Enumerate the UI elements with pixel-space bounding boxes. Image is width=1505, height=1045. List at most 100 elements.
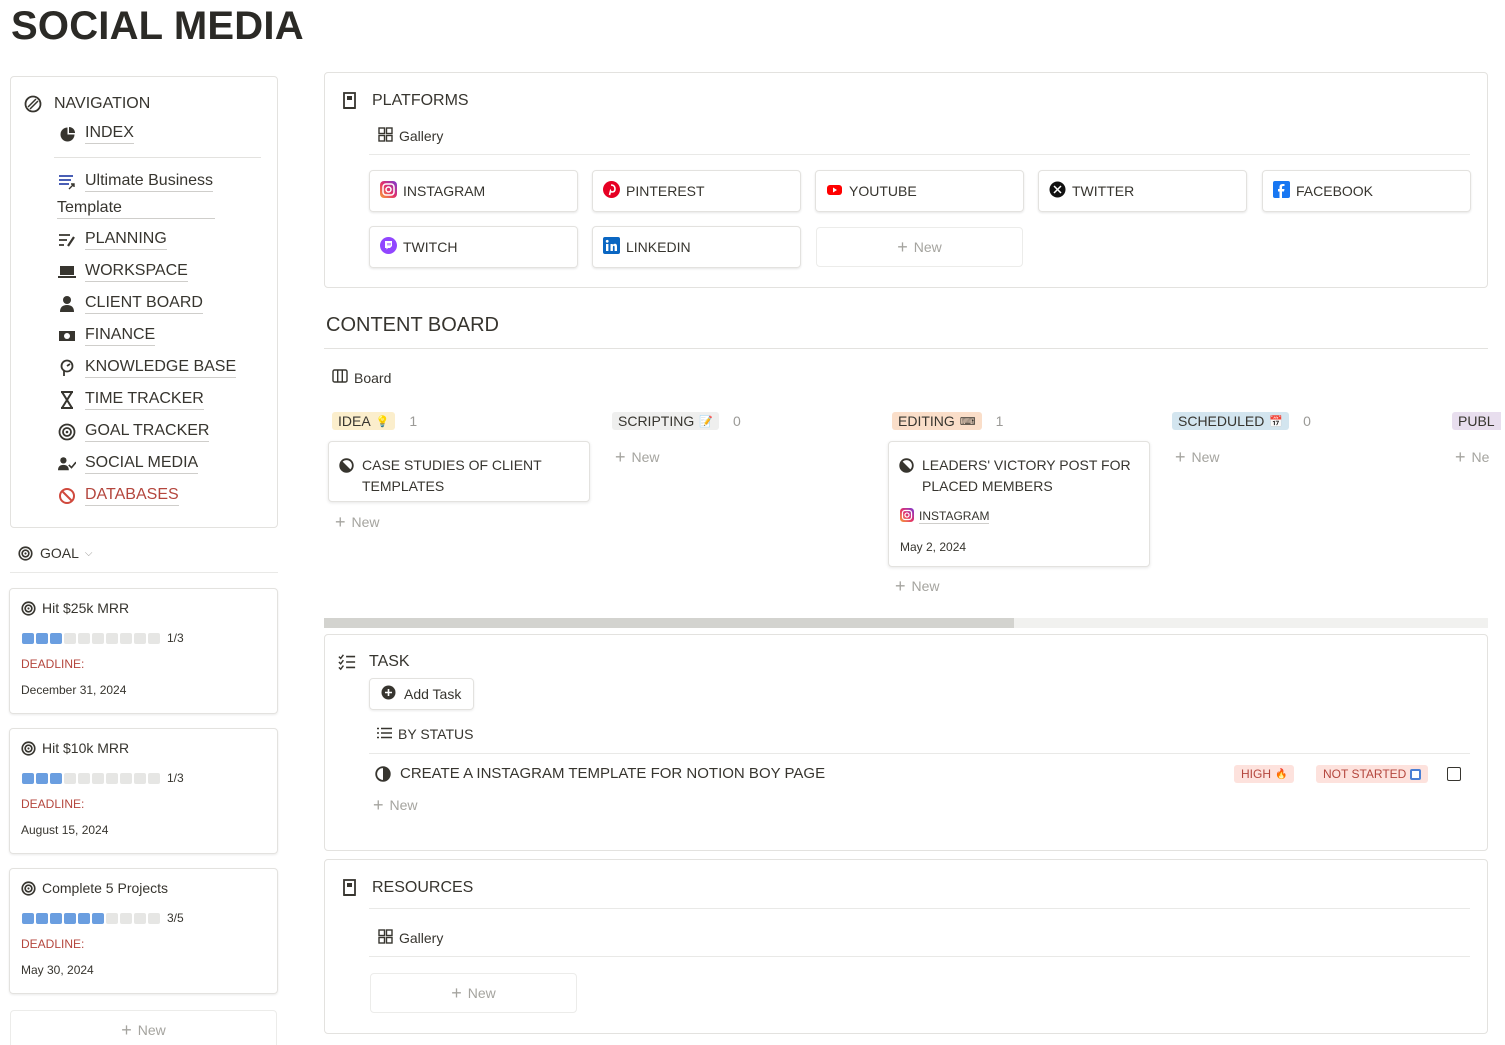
platform-new-button[interactable]: + New <box>816 227 1023 267</box>
task-new-button[interactable]: + New <box>373 795 418 815</box>
platforms-gallery-tab[interactable]: Gallery <box>378 127 443 145</box>
progress-segment <box>92 632 104 644</box>
goal-progress: 1/3 <box>22 631 184 645</box>
goal-title: Complete 5 Projects <box>42 880 169 896</box>
goal-card[interactable]: Complete 5 Projects 3/5 DEADLINE: May 30… <box>9 868 278 994</box>
task-done-checkbox[interactable] <box>1447 767 1461 781</box>
progress-segment <box>78 632 90 644</box>
goal-title: Hit $10k MRR <box>42 740 130 756</box>
platform-card-pinterest[interactable]: PINTEREST <box>592 170 801 212</box>
board-column-scheduled[interactable]: SCHEDULED 📅 0 <box>1172 412 1311 430</box>
user-check-icon <box>58 455 76 473</box>
board-column-published[interactable]: PUBL <box>1452 412 1505 430</box>
resources-gallery-tab[interactable]: Gallery <box>378 929 443 947</box>
add-task-button[interactable]: Add Task <box>369 678 474 710</box>
nav-item-social-media[interactable]: SOCIAL MEDIA <box>58 454 199 474</box>
board-new-scheduled-button[interactable]: + New <box>1175 448 1220 466</box>
book-icon <box>341 879 359 897</box>
board-card-idea[interactable]: CASE STUDIES OF CLIENT TEMPLATES <box>328 441 590 502</box>
nav-item-planning[interactable]: PLANNING <box>58 230 167 250</box>
deadline-label: DEADLINE: <box>21 657 85 671</box>
prohibited-icon <box>58 487 76 505</box>
nav-divider <box>54 157 261 158</box>
pinterest-icon <box>603 181 620 201</box>
nav-item-ultimate-business-template[interactable]: Ultimate Business <box>58 172 214 192</box>
target-icon <box>21 600 36 616</box>
task-by-status-tab[interactable]: BY STATUS <box>377 726 473 742</box>
board-column-editing[interactable]: EDITING ⌨ 1 <box>892 412 1003 430</box>
compass-icon <box>24 95 42 113</box>
book-icon <box>341 92 359 110</box>
status-badge: NOT STARTED <box>1316 765 1429 783</box>
nav-item-ultimate-business-template-line2[interactable]: Template <box>57 199 215 219</box>
goal-card[interactable]: Hit $10k MRR 1/3 DEADLINE: August 15, 20… <box>9 728 278 854</box>
progress-segment <box>134 772 146 784</box>
target-icon <box>21 880 36 896</box>
plus-icon: + <box>897 237 908 257</box>
task-divider <box>369 753 1470 754</box>
plus-icon: + <box>373 795 384 815</box>
task-panel <box>324 634 1488 851</box>
card-platform-link[interactable]: INSTAGRAM <box>919 509 990 524</box>
brain-icon <box>58 359 76 377</box>
progress-segment <box>92 912 104 924</box>
task-title[interactable]: CREATE A INSTAGRAM TEMPLATE FOR NOTION B… <box>400 765 825 782</box>
platforms-heading: PLATFORMS <box>341 92 469 110</box>
instagram-icon <box>380 181 397 201</box>
plus-icon: + <box>895 576 906 596</box>
progress-segment <box>134 912 146 924</box>
board-column-idea[interactable]: IDEA 💡 1 <box>332 412 417 430</box>
deadline-date: May 30, 2024 <box>21 963 94 977</box>
navigation-heading: NAVIGATION <box>24 95 150 113</box>
platform-card-linkedin[interactable]: LINKEDIN <box>592 226 801 268</box>
deadline-date: August 15, 2024 <box>21 823 109 837</box>
resources-divider-2 <box>369 956 1470 957</box>
progress-segment <box>78 772 90 784</box>
goal-card[interactable]: Hit $25k MRR 1/3 DEADLINE: December 31, … <box>9 588 278 714</box>
progress-segment <box>36 772 48 784</box>
board-card-editing[interactable]: LEADERS' VICTORY POST FOR PLACED MEMBERS… <box>888 441 1150 567</box>
content-board-view-tab[interactable]: Board <box>332 369 391 386</box>
hourglass-icon <box>58 391 76 409</box>
nav-item-index[interactable]: INDEX <box>58 124 134 144</box>
goal-view-selector[interactable]: GOAL ⌵ <box>16 544 93 562</box>
board-column-scripting[interactable]: SCRIPTING 📝 0 <box>612 412 741 430</box>
plus-icon: + <box>1455 447 1466 467</box>
resources-heading: RESOURCES <box>341 879 473 897</box>
table-row[interactable]: CREATE A INSTAGRAM TEMPLATE FOR NOTION B… <box>369 756 1470 792</box>
platform-card-instagram[interactable]: INSTAGRAM <box>369 170 578 212</box>
board-new-published-button[interactable]: + Ne <box>1455 447 1489 467</box>
nav-item-client-board[interactable]: CLIENT BOARD <box>58 294 203 314</box>
board-new-scripting-button[interactable]: + New <box>615 448 660 466</box>
board-new-editing-button[interactable]: + New <box>895 576 940 596</box>
gallery-grid-icon <box>378 929 393 947</box>
fire-icon: 🔥 <box>1275 768 1288 780</box>
progress-segment <box>22 772 34 784</box>
progress-segment <box>22 632 34 644</box>
nav-item-finance[interactable]: FINANCE <box>58 326 156 346</box>
nav-item-workspace[interactable]: WORKSPACE <box>58 262 188 282</box>
progress-segment <box>78 912 90 924</box>
goal-progress: 1/3 <box>22 771 184 785</box>
board-new-idea-button[interactable]: + New <box>335 513 380 531</box>
content-board-heading: CONTENT BOARD <box>326 314 499 336</box>
board-scrollbar-thumb[interactable] <box>324 618 1014 628</box>
memo-icon: 📝 <box>699 415 713 428</box>
platform-card-facebook[interactable]: FACEBOOK <box>1262 170 1471 212</box>
checklist-icon <box>338 653 356 671</box>
platform-card-twitch[interactable]: TWITCH <box>369 226 578 268</box>
business-logo-icon <box>58 173 76 191</box>
nav-item-goal-tracker[interactable]: GOAL TRACKER <box>58 422 210 442</box>
progress-segment <box>148 632 160 644</box>
platform-card-youtube[interactable]: YOUTUBE <box>815 170 1024 212</box>
list-icon <box>377 726 392 742</box>
edit-list-icon <box>58 231 76 249</box>
nav-item-knowledge-base[interactable]: KNOWLEDGE BASE <box>58 358 237 378</box>
nav-item-time-tracker[interactable]: TIME TRACKER <box>58 390 204 410</box>
resources-new-button[interactable]: + New <box>370 973 577 1013</box>
platform-card-twitter[interactable]: TWITTER <box>1038 170 1247 212</box>
progress-segment <box>50 632 62 644</box>
nav-item-databases[interactable]: DATABASES <box>58 486 179 506</box>
goal-new-button[interactable]: + New <box>10 1010 277 1045</box>
deadline-label: DEADLINE: <box>21 797 85 811</box>
